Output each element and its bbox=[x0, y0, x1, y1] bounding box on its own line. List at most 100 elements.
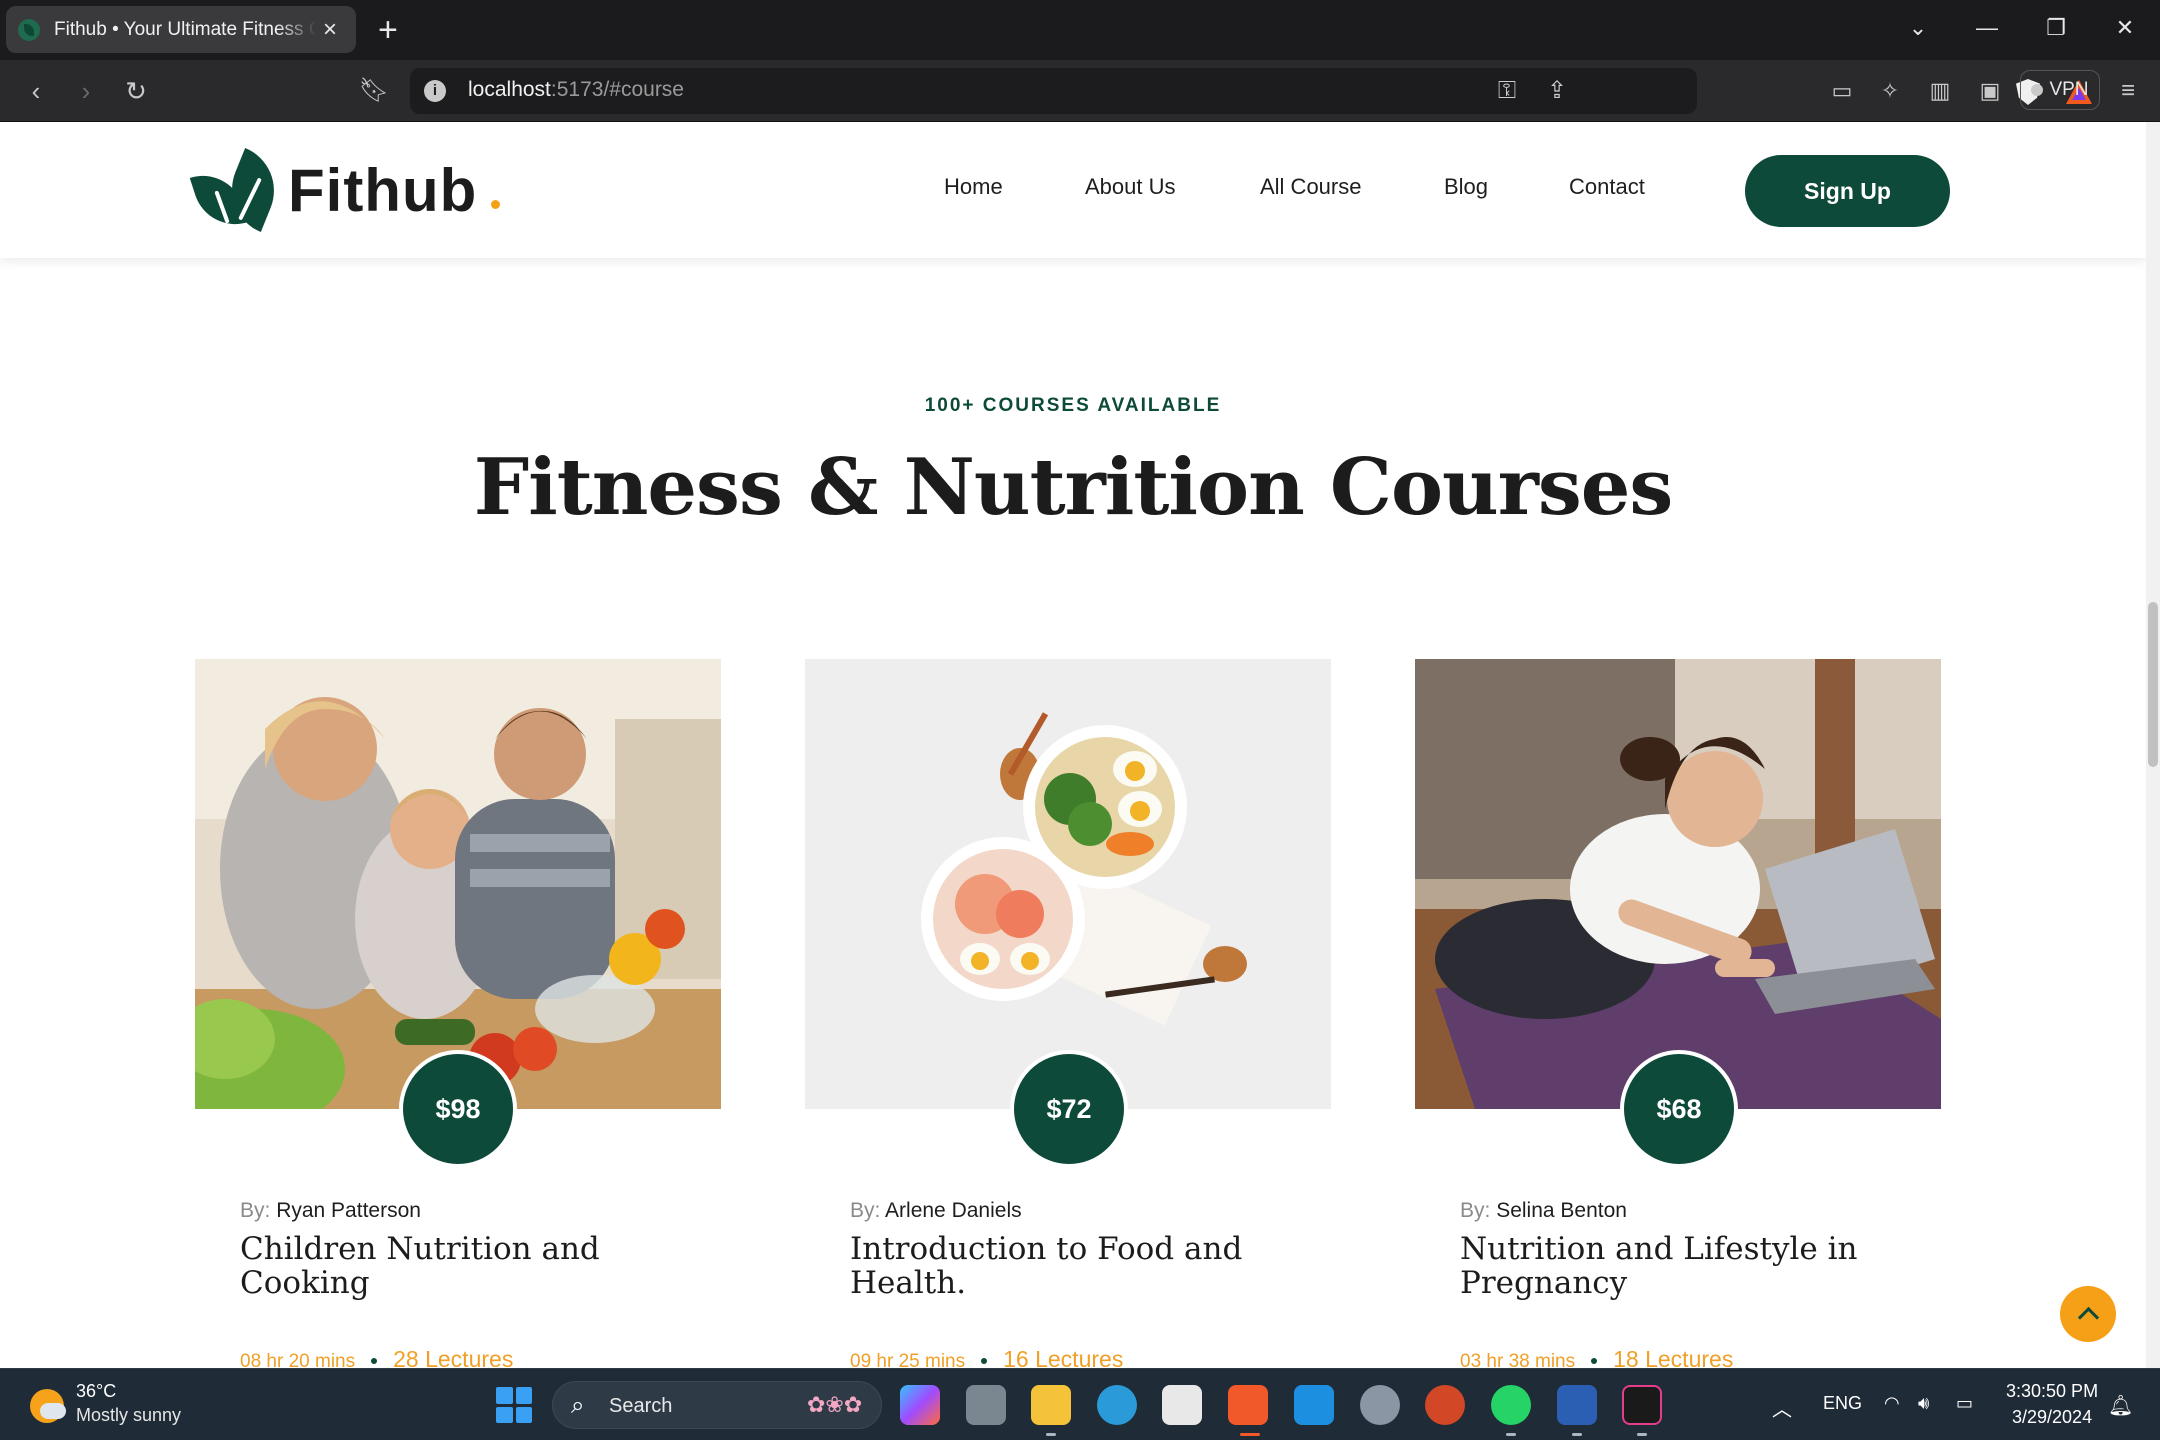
course-duration: 03 hr 38 mins bbox=[1460, 1351, 1576, 1368]
tab-search-chevron-icon[interactable]: ⌄ bbox=[1893, 8, 1943, 48]
nav-all-course[interactable]: All Course bbox=[1260, 174, 1361, 200]
course-lectures: 28 Lectures bbox=[393, 1346, 514, 1368]
sidebar-icon[interactable]: ▥ bbox=[1920, 74, 1960, 108]
course-title[interactable]: Nutrition and Lifestyle in Pregnancy bbox=[1460, 1232, 1900, 1300]
author-by-label: By: bbox=[1460, 1199, 1491, 1222]
file-explorer-icon[interactable] bbox=[1031, 1385, 1071, 1425]
url-text[interactable]: localhost:5173/#course bbox=[468, 78, 684, 102]
weather-temperature[interactable]: 36°C bbox=[76, 1381, 116, 1402]
password-key-icon[interactable]: ⚿ bbox=[1490, 76, 1524, 106]
word-icon[interactable] bbox=[1557, 1385, 1597, 1425]
course-duration: 09 hr 25 mins bbox=[850, 1351, 966, 1368]
tab-close-icon[interactable]: × bbox=[316, 16, 344, 44]
brave-browser-icon[interactable] bbox=[1228, 1385, 1268, 1425]
logo-text: Fithub bbox=[288, 156, 478, 224]
nav-about-us[interactable]: About Us bbox=[1085, 174, 1176, 200]
nav-contact[interactable]: Contact bbox=[1569, 174, 1645, 200]
reload-icon[interactable]: ↻ bbox=[116, 74, 156, 108]
logo-dot bbox=[491, 199, 501, 209]
notification-bell-icon[interactable]: 🔔︎ bbox=[2108, 1393, 2133, 1418]
course-author: By: Arlene Daniels bbox=[850, 1199, 1022, 1223]
scroll-to-top-button[interactable] bbox=[2060, 1286, 2116, 1342]
new-tab-button[interactable]: + bbox=[378, 10, 398, 50]
settings-gear-icon[interactable] bbox=[1360, 1385, 1400, 1425]
course-meta: 09 hr 25 mins 16 Lectures bbox=[850, 1346, 1123, 1368]
url-host: localhost bbox=[468, 78, 551, 101]
wallet-icon[interactable]: ▣ bbox=[1970, 74, 2010, 108]
page-viewport: Fithub Home About Us All Course Blog Con… bbox=[0, 122, 2160, 1368]
course-title[interactable]: Introduction to Food and Health. bbox=[850, 1232, 1290, 1300]
taskbar-search-box[interactable]: ⌕ Search ✿❀✿ bbox=[552, 1381, 882, 1429]
address-bar[interactable]: i localhost:5173/#course ⚿ ⇪ bbox=[410, 68, 2092, 114]
family-cooking-image[interactable] bbox=[195, 659, 721, 1109]
nav-home[interactable]: Home bbox=[944, 174, 1003, 200]
windows-taskbar: 36°C Mostly sunny ⌕ Search ✿❀✿ ︿ ENG ◠ 🔊… bbox=[0, 1368, 2160, 1440]
page-scrollbar-thumb[interactable] bbox=[2148, 602, 2158, 767]
tray-chevron-up-icon[interactable]: ︿ bbox=[1772, 1393, 1792, 1422]
terminal-icon[interactable] bbox=[1622, 1385, 1662, 1425]
author-name: Selina Benton bbox=[1496, 1199, 1627, 1222]
powerpoint-icon[interactable] bbox=[1425, 1385, 1465, 1425]
author-by-label: By: bbox=[850, 1199, 881, 1222]
battery-icon[interactable]: ▭ bbox=[1956, 1393, 1973, 1414]
woman-laptop-image[interactable] bbox=[1415, 659, 1941, 1109]
active-app-indicator bbox=[1240, 1433, 1260, 1436]
cast-icon[interactable]: ▭ bbox=[1822, 74, 1862, 108]
course-lectures: 16 Lectures bbox=[1003, 1346, 1124, 1368]
course-author: By: Ryan Patterson bbox=[240, 1199, 421, 1223]
course-author: By: Selina Benton bbox=[1460, 1199, 1627, 1223]
sign-up-button[interactable]: Sign Up bbox=[1745, 155, 1950, 227]
close-window-button[interactable]: ✕ bbox=[2100, 8, 2150, 48]
bookmark-icon[interactable]: 🔖︎ bbox=[354, 74, 394, 108]
site-header: Fithub Home About Us All Course Blog Con… bbox=[0, 122, 2146, 258]
weather-partly-sunny-icon[interactable] bbox=[30, 1389, 66, 1423]
extensions-icon[interactable]: ✧ bbox=[1870, 74, 1910, 108]
back-arrow-icon[interactable]: ‹ bbox=[16, 74, 56, 108]
share-icon[interactable]: ⇪ bbox=[1540, 76, 1574, 106]
whatsapp-icon[interactable] bbox=[1491, 1385, 1531, 1425]
search-icon: ⌕ bbox=[571, 1392, 585, 1419]
vpn-label: VPN bbox=[2049, 79, 2089, 100]
running-indicator bbox=[1637, 1433, 1647, 1436]
nav-blog[interactable]: Blog bbox=[1444, 174, 1488, 200]
running-indicator bbox=[1506, 1433, 1516, 1436]
search-highlight-flowers-icon: ✿❀✿ bbox=[807, 1392, 863, 1417]
meta-separator bbox=[371, 1358, 378, 1364]
url-path: :5173/#course bbox=[550, 78, 684, 101]
weather-description[interactable]: Mostly sunny bbox=[76, 1405, 181, 1426]
running-indicator bbox=[1046, 1433, 1056, 1436]
copilot-app-icon[interactable] bbox=[900, 1385, 940, 1425]
minimize-button[interactable]: — bbox=[1962, 8, 2012, 48]
author-name: Ryan Patterson bbox=[276, 1199, 421, 1222]
restore-button[interactable]: ❐ bbox=[2031, 8, 2081, 48]
menu-hamburger-icon[interactable]: ≡ bbox=[2108, 74, 2148, 108]
browser-tab-active[interactable]: Fithub • Your Ultimate Fitness Course × bbox=[6, 6, 356, 53]
language-indicator[interactable]: ENG bbox=[1823, 1393, 1862, 1414]
clock-date[interactable]: 3/29/2024 bbox=[2012, 1407, 2092, 1428]
course-price-badge: $98 bbox=[399, 1050, 517, 1168]
running-indicator bbox=[1572, 1433, 1582, 1436]
browser-tab-bar: Fithub • Your Ultimate Fitness Course × … bbox=[0, 0, 2160, 60]
wifi-icon[interactable]: ◠ bbox=[1884, 1393, 1900, 1414]
edge-browser-icon[interactable] bbox=[1097, 1385, 1137, 1425]
vpn-button[interactable]: VPN bbox=[2020, 70, 2100, 110]
vscode-icon[interactable] bbox=[1294, 1385, 1334, 1425]
site-info-icon[interactable]: i bbox=[424, 80, 446, 102]
fithub-favicon-icon bbox=[18, 18, 40, 41]
task-view-icon[interactable] bbox=[966, 1385, 1006, 1425]
taskbar-search-text: Search bbox=[609, 1395, 673, 1417]
forward-arrow-icon[interactable]: › bbox=[66, 74, 106, 108]
browser-toolbar: ‹ › ↻ 🔖︎ i localhost:5173/#course ⚿ ⇪ ▭ … bbox=[0, 60, 2160, 122]
tab-title: Fithub • Your Ultimate Fitness Course bbox=[54, 18, 316, 40]
leaf-logo-icon bbox=[189, 148, 288, 236]
microsoft-store-icon[interactable] bbox=[1162, 1385, 1202, 1425]
author-name: Arlene Daniels bbox=[885, 1199, 1022, 1222]
clock-time[interactable]: 3:30:50 PM bbox=[2006, 1381, 2098, 1402]
site-logo[interactable]: Fithub bbox=[189, 148, 501, 236]
volume-icon[interactable]: 🔊︎ bbox=[1918, 1393, 1929, 1414]
course-title[interactable]: Children Nutrition and Cooking bbox=[240, 1232, 680, 1300]
salad-bowls-image[interactable] bbox=[805, 659, 1331, 1109]
section-title: Fitness & Nutrition Courses bbox=[473, 442, 1674, 533]
course-meta: 08 hr 20 mins 28 Lectures bbox=[240, 1346, 513, 1368]
windows-start-icon[interactable] bbox=[496, 1387, 532, 1423]
